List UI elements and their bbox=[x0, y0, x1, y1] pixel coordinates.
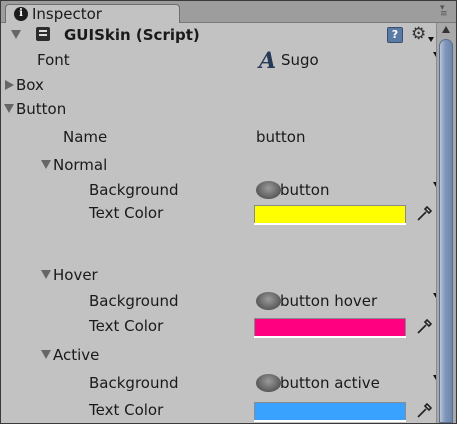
normal-label: Normal bbox=[53, 156, 108, 174]
scrollbar-thumb[interactable] bbox=[439, 39, 453, 423]
name-field[interactable]: Name button bbox=[1, 125, 436, 149]
background-label: Background bbox=[89, 292, 179, 310]
foldout-collapsed-icon[interactable] bbox=[5, 80, 14, 90]
font-label: Font bbox=[37, 51, 70, 69]
settings-dropdown-icon[interactable] bbox=[428, 37, 434, 42]
background-value: button active bbox=[280, 374, 380, 392]
button-label: Button bbox=[16, 100, 67, 118]
component-title: GUISkin (Script) bbox=[64, 26, 200, 44]
help-icon[interactable]: ? bbox=[387, 27, 403, 43]
normal-background-field[interactable]: Background button bbox=[1, 178, 439, 202]
box-label: Box bbox=[16, 76, 44, 94]
eyedropper-icon[interactable] bbox=[415, 400, 435, 420]
tab-menu-icon[interactable]: ▾ ≡ bbox=[440, 4, 450, 19]
text-color-label: Text Color bbox=[89, 204, 164, 222]
texture-icon bbox=[256, 374, 281, 392]
color-swatch-alpha bbox=[254, 336, 406, 338]
background-label: Background bbox=[89, 181, 179, 199]
active-label: Active bbox=[53, 346, 100, 364]
script-icon bbox=[36, 27, 50, 41]
color-swatch[interactable] bbox=[254, 205, 406, 224]
foldout-expanded-icon[interactable] bbox=[41, 350, 51, 359]
foldout-expanded-icon[interactable] bbox=[41, 160, 51, 169]
normal-text-color-field[interactable]: Text Color bbox=[1, 201, 436, 225]
vertical-scrollbar[interactable] bbox=[436, 23, 456, 423]
box-foldout[interactable]: Box bbox=[1, 73, 436, 97]
hover-label: Hover bbox=[53, 266, 98, 284]
text-color-label: Text Color bbox=[89, 401, 164, 419]
font-field[interactable]: Font A Sugo bbox=[1, 48, 439, 74]
background-value: button hover bbox=[280, 292, 378, 310]
button-foldout[interactable]: Button bbox=[1, 97, 436, 121]
component-header[interactable]: GUISkin (Script) ? ⚙ bbox=[1, 23, 436, 47]
gear-icon[interactable]: ⚙ bbox=[411, 24, 426, 44]
font-value: Sugo bbox=[281, 51, 319, 69]
tab-bar: i Inspector ▾ ≡ bbox=[1, 1, 456, 23]
name-value[interactable]: button bbox=[256, 125, 305, 149]
tab-inspector[interactable]: i Inspector bbox=[5, 4, 180, 23]
color-swatch-alpha bbox=[254, 223, 406, 225]
active-foldout[interactable]: Active bbox=[1, 343, 436, 367]
tab-label: Inspector bbox=[32, 5, 102, 23]
eyedropper-icon[interactable] bbox=[415, 203, 435, 223]
foldout-expanded-icon[interactable] bbox=[4, 104, 14, 113]
inspector-window: i Inspector ▾ ≡ GUISkin (Script) ? ⚙ Font… bbox=[0, 0, 457, 424]
text-color-label: Text Color bbox=[89, 317, 164, 335]
eyedropper-icon[interactable] bbox=[415, 316, 435, 336]
color-swatch[interactable] bbox=[254, 318, 406, 337]
background-label: Background bbox=[89, 374, 179, 392]
background-value: button bbox=[280, 181, 330, 199]
scroll-up-icon[interactable] bbox=[442, 26, 450, 33]
foldout-expanded-icon[interactable] bbox=[11, 30, 21, 39]
foldout-expanded-icon[interactable] bbox=[41, 270, 51, 279]
font-asset-icon: A bbox=[259, 48, 277, 74]
hover-text-color-field[interactable]: Text Color bbox=[1, 314, 436, 338]
hover-foldout[interactable]: Hover bbox=[1, 263, 436, 287]
active-text-color-field[interactable]: Text Color bbox=[1, 398, 436, 422]
active-background-field[interactable]: Background button active bbox=[1, 371, 439, 395]
color-swatch[interactable] bbox=[254, 402, 406, 421]
info-icon: i bbox=[14, 7, 28, 21]
hover-background-field[interactable]: Background button hover bbox=[1, 289, 439, 313]
texture-icon bbox=[256, 292, 281, 310]
name-label: Name bbox=[63, 128, 108, 146]
normal-foldout[interactable]: Normal bbox=[1, 153, 436, 177]
color-swatch-alpha bbox=[254, 420, 406, 422]
texture-icon bbox=[256, 181, 281, 199]
